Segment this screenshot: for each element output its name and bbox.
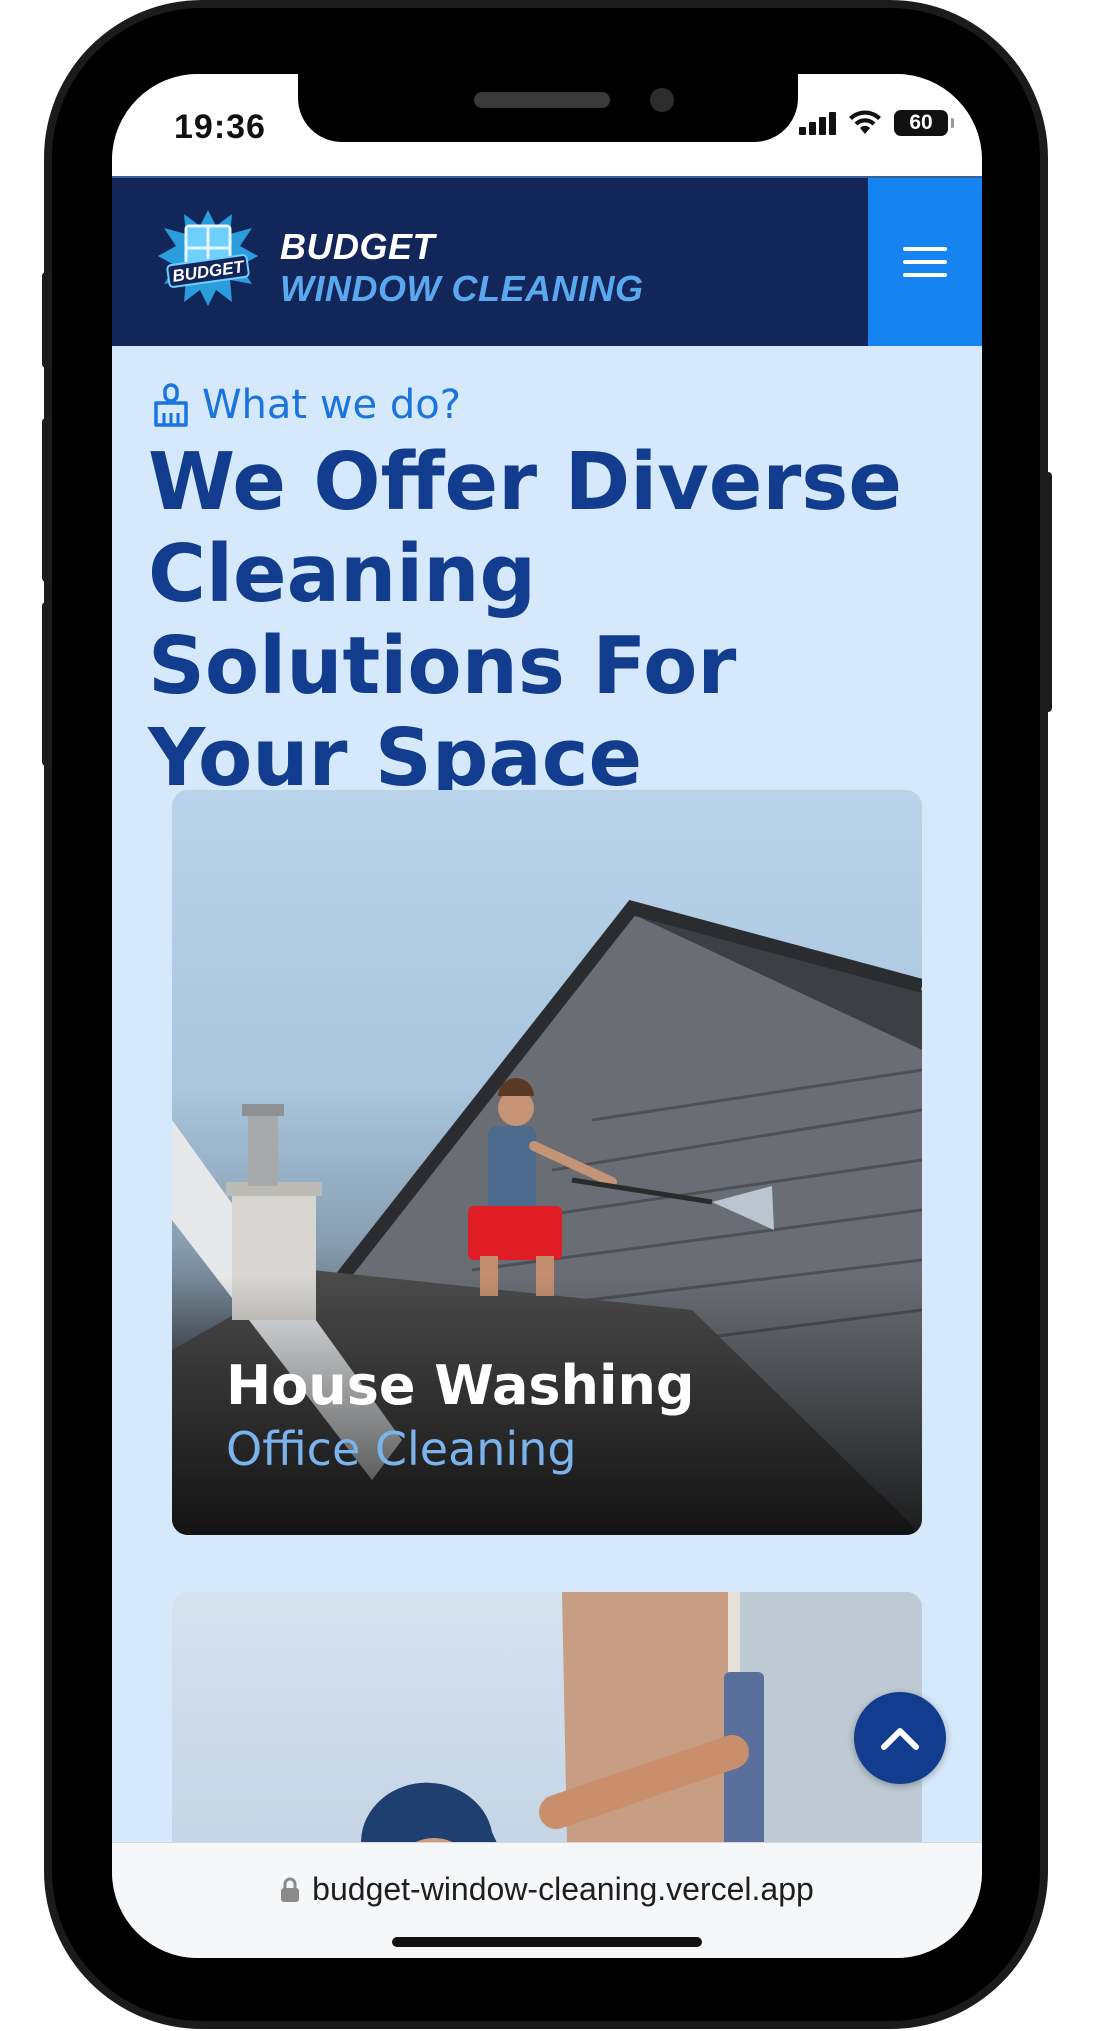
phone-screen: 19:36 60 BUDGET BUDGET WINDOW CLEANING W… bbox=[112, 74, 982, 1958]
status-time: 19:36 bbox=[174, 108, 266, 146]
phone-volume-down bbox=[42, 602, 52, 766]
phone-power-button bbox=[1042, 472, 1052, 712]
broom-icon bbox=[154, 383, 188, 427]
signal-icon bbox=[799, 111, 836, 135]
hamburger-menu-icon-line bbox=[903, 260, 947, 264]
url-row[interactable]: budget-window-cleaning.vercel.app bbox=[112, 1871, 982, 1908]
brand-tagline[interactable]: WINDOW CLEANING bbox=[280, 268, 643, 310]
earpiece-speaker bbox=[474, 92, 610, 108]
phone-volume-up bbox=[42, 418, 52, 582]
notch bbox=[298, 74, 798, 142]
menu-button[interactable] bbox=[868, 178, 982, 346]
hamburger-menu-icon-line bbox=[903, 273, 947, 277]
service-card[interactable]: House Washing Office Cleaning bbox=[172, 790, 922, 1535]
front-camera bbox=[650, 88, 674, 112]
home-indicator[interactable] bbox=[392, 1937, 702, 1947]
lock-icon bbox=[281, 1877, 300, 1902]
hamburger-menu-icon bbox=[903, 247, 947, 251]
scroll-to-top-button[interactable] bbox=[854, 1692, 946, 1784]
service-card-subtitle[interactable]: Office Cleaning bbox=[226, 1422, 577, 1476]
eyebrow-text: What we do? bbox=[202, 382, 461, 428]
brand-name[interactable]: BUDGET bbox=[280, 226, 435, 268]
status-bar: 19:36 60 bbox=[112, 74, 982, 176]
chevron-up-icon bbox=[881, 1728, 919, 1750]
section-eyebrow: What we do? bbox=[152, 382, 461, 428]
site-header: BUDGET BUDGET WINDOW CLEANING bbox=[112, 176, 982, 346]
service-card-title[interactable]: House Washing bbox=[226, 1354, 695, 1417]
status-icons: 60 bbox=[799, 110, 954, 136]
logo-badge[interactable]: BUDGET bbox=[156, 208, 260, 308]
battery-icon: 60 bbox=[894, 110, 954, 136]
browser-url-bar[interactable]: budget-window-cleaning.vercel.app bbox=[112, 1842, 982, 1958]
url-text[interactable]: budget-window-cleaning.vercel.app bbox=[312, 1871, 814, 1908]
section-title: We Offer Diverse Cleaning Solutions For … bbox=[148, 436, 902, 804]
phone-mute-switch bbox=[42, 272, 52, 368]
wifi-icon bbox=[849, 110, 881, 134]
